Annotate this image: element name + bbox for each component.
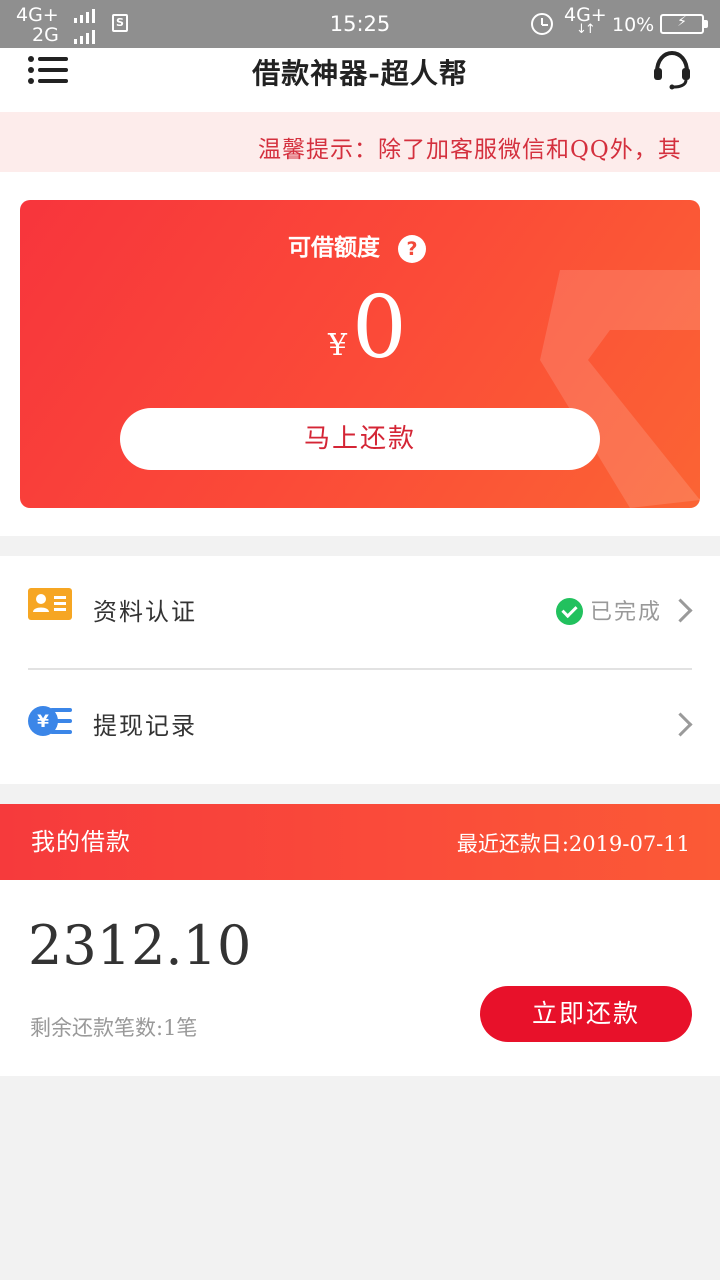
loan-remaining-count: 剩余还款笔数:1笔 xyxy=(30,1016,198,1040)
notice-text: 温馨提示：除了加客服微信和QQ外，其 xyxy=(258,137,682,163)
status-bar: 4G+ 2G S 15:25 4G+ ↓↑ 10% ⚡ xyxy=(0,0,720,48)
menu-item-label: 提现记录 xyxy=(93,712,197,740)
chevron-right-icon xyxy=(668,712,693,737)
menu-list: 资料认证 已完成 ¥ 提现记录 xyxy=(0,556,720,784)
loan-header: 我的借款 最近还款日:2019-07-11 xyxy=(0,804,720,880)
loan-due-date: 最近还款日:2019-07-11 xyxy=(456,832,690,856)
loan-amount: 2312.10 xyxy=(28,914,252,977)
check-icon xyxy=(556,598,583,625)
help-icon[interactable]: ? xyxy=(398,235,426,263)
notice-banner: 温馨提示：除了加客服微信和QQ外，其 xyxy=(0,112,720,172)
quota-section: 可借额度 ? ¥ 0 马上还款 xyxy=(0,172,720,536)
loan-body: 2312.10 剩余还款笔数:1笔 立即还款 xyxy=(0,880,720,1076)
data-arrows-icon: ↓↑ xyxy=(576,22,596,37)
quota-amount: 0 xyxy=(352,278,407,378)
customer-service-icon[interactable] xyxy=(650,50,694,90)
menu-item-withdraw-records[interactable]: ¥ 提现记录 xyxy=(0,670,720,782)
quota-label: 可借额度 xyxy=(288,234,380,261)
repay-immediately-button[interactable]: 立即还款 xyxy=(480,986,692,1042)
battery-icon: ⚡ xyxy=(660,14,708,34)
page-title: 借款神器-超人帮 xyxy=(252,57,468,90)
battery-percent: 10% xyxy=(612,14,655,36)
repay-now-button[interactable]: 马上还款 xyxy=(120,408,600,470)
svg-text:¥: ¥ xyxy=(37,712,49,732)
charging-icon: ⚡ xyxy=(677,14,687,30)
cash-record-icon: ¥ xyxy=(28,706,72,736)
menu-item-verification[interactable]: 资料认证 已完成 xyxy=(0,556,720,668)
chevron-right-icon xyxy=(668,598,693,623)
title-bar: 借款神器-超人帮 xyxy=(0,48,720,112)
menu-item-label: 资料认证 xyxy=(93,598,197,626)
quota-card: 可借额度 ? ¥ 0 马上还款 xyxy=(20,200,700,508)
quota-currency: ¥ xyxy=(328,328,348,363)
loan-title: 我的借款 xyxy=(31,828,131,856)
alarm-icon xyxy=(531,13,553,35)
id-card-icon xyxy=(28,588,72,620)
verification-status: 已完成 xyxy=(590,600,663,625)
